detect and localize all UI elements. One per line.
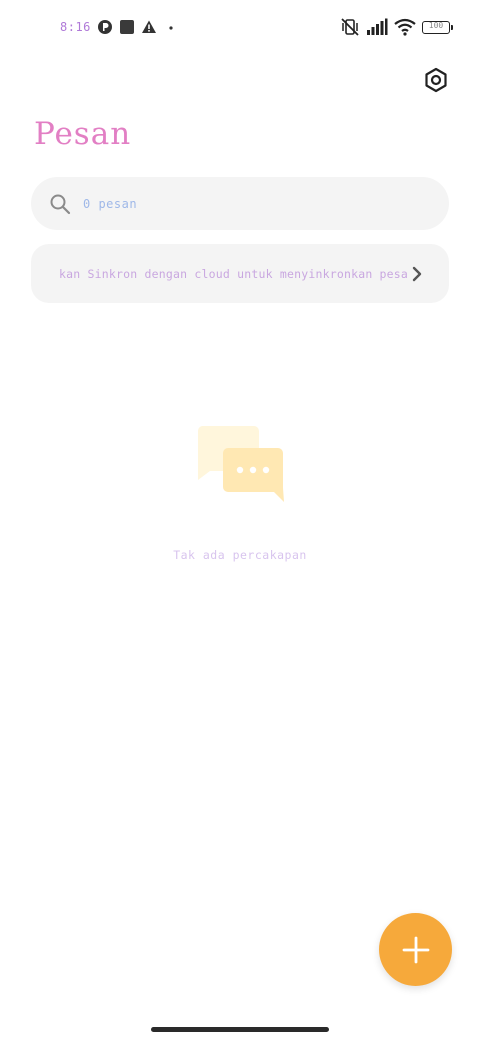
search-placeholder: 0 pesan bbox=[83, 196, 138, 211]
search-box[interactable]: 0 pesan bbox=[31, 177, 449, 230]
empty-state-text: Tak ada percakapan bbox=[173, 548, 307, 562]
sync-banner-text: kan Sinkron dengan cloud untuk menyinkro… bbox=[59, 266, 409, 281]
chat-bubbles-icon bbox=[197, 426, 284, 502]
signal-icon bbox=[366, 18, 388, 36]
battery-level: 100 bbox=[428, 20, 444, 30]
sync-banner[interactable]: kan Sinkron dengan cloud untuk menyinkro… bbox=[31, 244, 449, 303]
wifi-icon bbox=[394, 18, 416, 36]
plus-icon bbox=[402, 936, 429, 963]
status-right: 100 bbox=[340, 17, 453, 37]
square-notification-icon bbox=[119, 19, 135, 35]
vibrate-mute-icon bbox=[340, 17, 360, 37]
status-left: 8:16 bbox=[60, 17, 179, 37]
home-indicator[interactable] bbox=[151, 1027, 329, 1032]
status-time: 8:16 bbox=[60, 20, 91, 34]
new-conversation-button[interactable] bbox=[379, 913, 452, 986]
status-bar: 8:16 100 bbox=[0, 0, 480, 54]
hexagon-gear-icon bbox=[425, 67, 447, 93]
warning-icon bbox=[141, 19, 157, 35]
more-notifications-dot-icon bbox=[163, 19, 179, 35]
settings-button[interactable] bbox=[422, 66, 450, 94]
page-title: Pesan bbox=[34, 116, 132, 152]
chevron-right-icon bbox=[412, 266, 422, 281]
battery-icon: 100 bbox=[422, 20, 453, 34]
search-icon bbox=[50, 194, 71, 214]
app-notification-icon bbox=[97, 19, 113, 35]
